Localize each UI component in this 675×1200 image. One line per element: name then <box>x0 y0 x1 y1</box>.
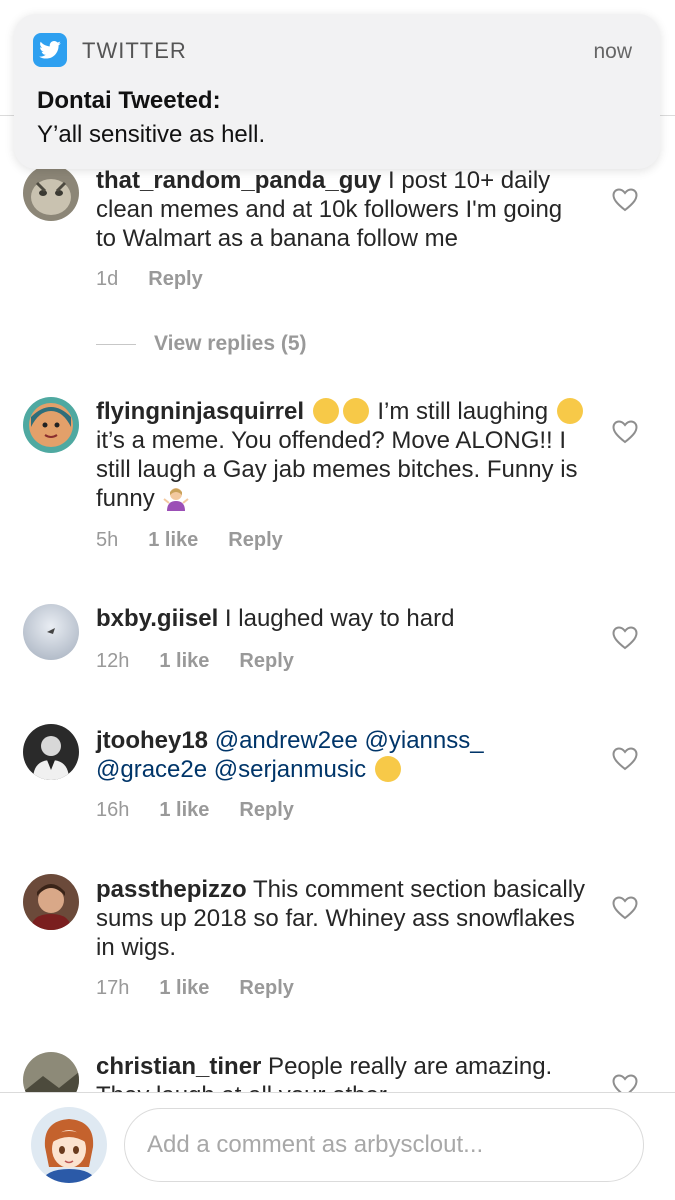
comment-username[interactable]: passthepizzo <box>96 876 247 903</box>
like-heart-icon[interactable] <box>612 626 638 650</box>
comment-body-part-1: I’m still laughing <box>370 398 549 425</box>
view-replies-dash <box>96 343 136 345</box>
avatar[interactable] <box>23 604 79 660</box>
comment-time: 1d <box>96 268 119 290</box>
reply-button[interactable]: Reply <box>148 268 202 291</box>
comment-meta: 5h 1 like Reply <box>96 529 283 552</box>
shrug-emoji-icon <box>163 485 190 511</box>
notification-title: Dontai Tweeted: <box>37 87 221 114</box>
avatar[interactable] <box>23 724 79 780</box>
reply-button[interactable]: Reply <box>239 977 293 1000</box>
comment-text: flyingninjasquirrel I’m still laughing i… <box>96 397 586 513</box>
view-replies-label: View replies (5) <box>154 332 307 355</box>
comment-input[interactable] <box>124 1108 644 1182</box>
like-count[interactable]: 1 like <box>159 799 209 822</box>
comment-text: bxby.giisel I laughed way to hard <box>96 604 586 633</box>
reply-button[interactable]: Reply <box>239 650 293 673</box>
mention-link[interactable]: @yiannss_ <box>365 727 484 754</box>
mention-link[interactable]: @andrew2ee <box>215 727 358 754</box>
mention-link[interactable]: @grace2e <box>96 756 207 783</box>
comment-meta: 17h 1 like Reply <box>96 977 294 1000</box>
comment-text: christian_tiner People really are amazin… <box>96 1052 586 1092</box>
comment-text: that_random_panda_guy I post 10+ daily c… <box>96 166 586 253</box>
notification-body: Y’all sensitive as hell. <box>37 121 266 148</box>
avatar[interactable] <box>23 165 79 221</box>
twitter-bird-icon <box>33 33 67 67</box>
like-heart-icon[interactable] <box>612 420 638 444</box>
comment-time: 17h <box>96 977 130 999</box>
like-heart-icon[interactable] <box>612 188 638 212</box>
comment-time: 12h <box>96 650 130 672</box>
tongue-emoji-icon <box>556 398 583 424</box>
like-heart-icon[interactable] <box>612 896 638 920</box>
comment-time: 5h <box>96 529 119 551</box>
comment-meta: 12h 1 like Reply <box>96 650 294 673</box>
comment-username[interactable]: bxby.giisel <box>96 605 218 632</box>
tears-of-joy-emoji-icon <box>374 756 401 782</box>
like-count[interactable]: 1 like <box>159 650 209 673</box>
avatar[interactable] <box>23 397 79 453</box>
rofl-emoji-icon <box>312 398 339 424</box>
comment-body: I laughed way to hard <box>218 605 455 632</box>
comment-time: 16h <box>96 799 130 821</box>
like-heart-icon[interactable] <box>612 747 638 771</box>
comment-meta: 16h 1 like Reply <box>96 799 294 822</box>
notification-app-name: TWITTER <box>82 38 187 63</box>
user-avatar[interactable] <box>31 1107 107 1183</box>
like-count[interactable]: 1 like <box>148 529 198 552</box>
comment-text: jtoohey18 @andrew2ee @yiannss_ @grace2e … <box>96 726 586 784</box>
mention-link[interactable]: @serjanmusic <box>214 756 366 783</box>
comment-username[interactable]: jtoohey18 <box>96 727 208 754</box>
notification-time: now <box>593 40 632 63</box>
avatar[interactable] <box>23 1052 79 1092</box>
like-heart-icon[interactable] <box>612 1074 638 1092</box>
comment-meta: 1d Reply <box>96 268 203 291</box>
twitter-notification-banner[interactable]: TWITTER now Dontai Tweeted: Y’all sensit… <box>14 14 660 169</box>
comment-username[interactable]: that_random_panda_guy <box>96 167 381 194</box>
reply-button[interactable]: Reply <box>239 799 293 822</box>
like-count[interactable]: 1 like <box>159 977 209 1000</box>
reply-button[interactable]: Reply <box>228 529 282 552</box>
comment-text: passthepizzo This comment section basica… <box>96 875 586 962</box>
comment-username[interactable]: christian_tiner <box>96 1053 261 1080</box>
comment-composer <box>0 1092 675 1200</box>
comment-username[interactable]: flyingninjasquirrel <box>96 398 304 425</box>
avatar[interactable] <box>23 874 79 930</box>
rofl-emoji-icon <box>342 398 369 424</box>
view-replies-button[interactable]: View replies (5) <box>96 332 307 356</box>
